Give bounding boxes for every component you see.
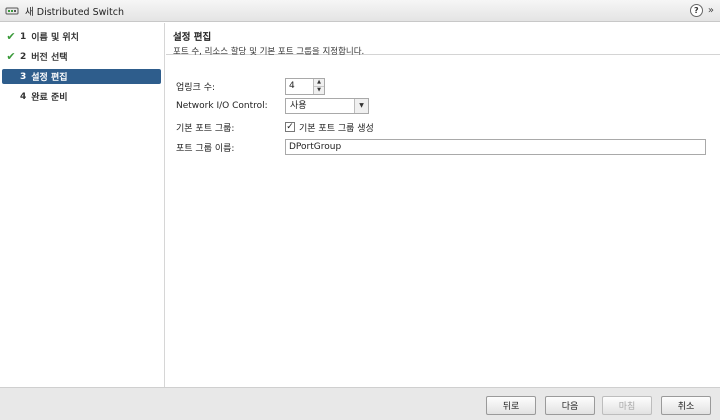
step-number: 3 bbox=[20, 71, 27, 82]
step-edit-settings[interactable]: 3 설정 편집 bbox=[2, 69, 161, 84]
uplinks-label: 업링크 수: bbox=[176, 82, 216, 93]
step-select-version[interactable]: ✔ 2 버전 선택 bbox=[2, 49, 161, 64]
nioc-selected-value[interactable]: 사용 bbox=[286, 99, 354, 113]
check-icon: ✔ bbox=[6, 50, 16, 63]
back-button[interactable]: 뒤로 bbox=[486, 396, 536, 415]
create-default-portgroup-checkbox[interactable]: ✓ bbox=[285, 122, 295, 132]
decrement-icon[interactable]: ▼ bbox=[314, 86, 324, 94]
step-label: 이름 및 위치 bbox=[31, 33, 79, 43]
help-icon[interactable]: ? bbox=[689, 4, 703, 17]
check-icon: ✔ bbox=[6, 30, 16, 43]
default-portgroup-row: 기본 포트 그룹: ✓ 기본 포트 그룹 생성 bbox=[176, 118, 374, 136]
step-number: 1 bbox=[20, 31, 27, 42]
uplinks-row: 업링크 수: 4 ▲ ▼ bbox=[176, 77, 325, 95]
button-bar: 뒤로 다음 마침 취소 bbox=[0, 387, 720, 420]
main-panel: 설정 편집 포트 수, 리소스 할당 및 기본 포트 그룹을 지정합니다. 업링… bbox=[166, 23, 720, 387]
next-button[interactable]: 다음 bbox=[545, 396, 595, 415]
portgroup-name-label: 포트 그룹 이름: bbox=[176, 143, 235, 154]
step-label: 설정 편집 bbox=[31, 73, 68, 83]
uplinks-stepper[interactable]: 4 ▲ ▼ bbox=[285, 77, 325, 95]
default-portgroup-label: 기본 포트 그룹: bbox=[176, 123, 235, 134]
uplinks-value[interactable]: 4 bbox=[286, 79, 313, 94]
section-header: 설정 편집 포트 수, 리소스 할당 및 기본 포트 그룹을 지정합니다. bbox=[166, 23, 720, 57]
portgroup-name-row: 포트 그룹 이름: DPortGroup bbox=[176, 138, 706, 156]
step-number: 4 bbox=[20, 91, 27, 102]
expand-icon[interactable]: » bbox=[708, 4, 714, 17]
wizard-steps-sidebar: ✔ 1 이름 및 위치 ✔ 2 버전 선택 3 설정 편집 4 완료 준비 bbox=[0, 23, 165, 387]
dropdown-arrow-icon[interactable]: ▼ bbox=[354, 99, 368, 113]
portgroup-name-input[interactable]: DPortGroup bbox=[285, 139, 706, 155]
window-title: 새 Distributed Switch bbox=[25, 6, 125, 18]
increment-icon[interactable]: ▲ bbox=[314, 78, 324, 87]
nioc-label: Network I/O Control: bbox=[176, 101, 268, 111]
step-name-location[interactable]: ✔ 1 이름 및 위치 bbox=[2, 29, 161, 44]
create-default-portgroup-text[interactable]: 기본 포트 그룹 생성 bbox=[299, 121, 374, 134]
page-subtitle: 포트 수, 리소스 할당 및 기본 포트 그룹을 지정합니다. bbox=[173, 47, 365, 57]
nioc-select[interactable]: 사용 ▼ bbox=[285, 98, 369, 114]
step-ready-to-complete[interactable]: 4 완료 준비 bbox=[2, 89, 161, 104]
nioc-row: Network I/O Control: 사용 ▼ bbox=[176, 97, 369, 115]
step-label: 완료 준비 bbox=[31, 93, 68, 103]
cancel-button[interactable]: 취소 bbox=[661, 396, 711, 415]
step-number: 2 bbox=[20, 51, 27, 62]
distributed-switch-icon bbox=[5, 4, 19, 18]
step-label: 버전 선택 bbox=[31, 53, 68, 63]
finish-button[interactable]: 마침 bbox=[602, 396, 652, 415]
title-bar: 새 Distributed Switch ? » bbox=[0, 0, 720, 22]
page-title: 설정 편집 bbox=[173, 32, 212, 43]
